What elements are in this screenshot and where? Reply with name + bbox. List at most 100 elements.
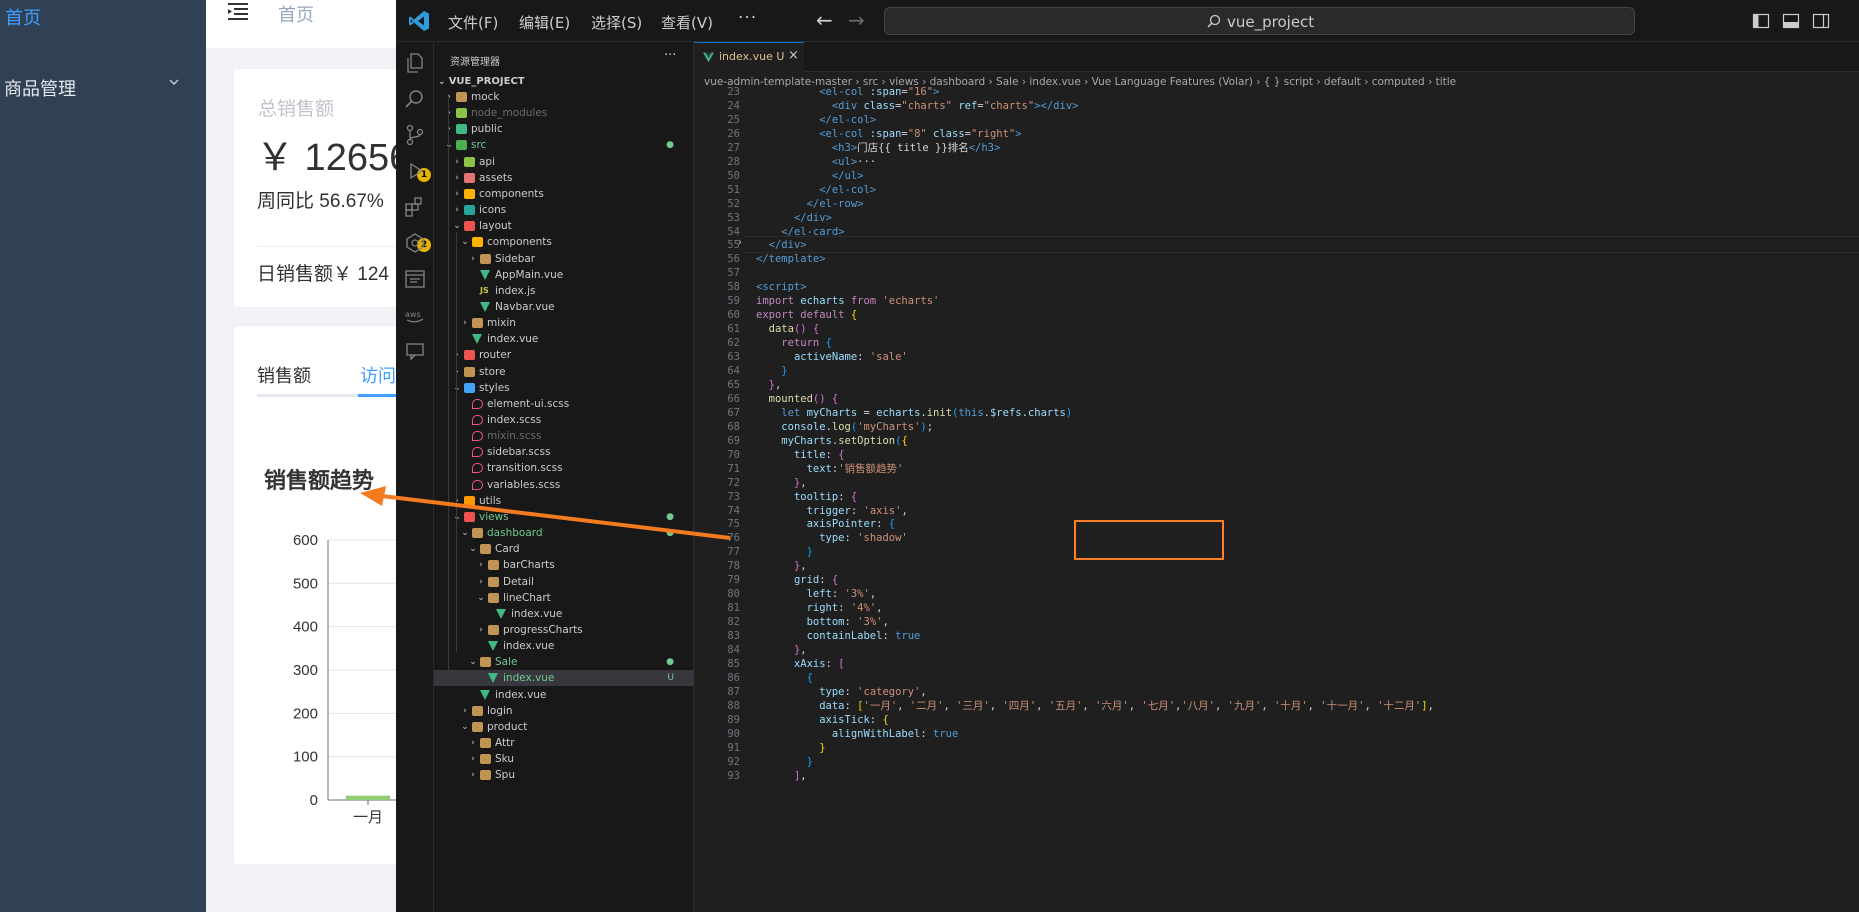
menu-view[interactable]: 查看(V)	[661, 12, 713, 33]
tree-folder[interactable]: › mixin	[434, 315, 694, 331]
chevron-down-icon[interactable]: ⌄	[452, 380, 462, 396]
tree-folder[interactable]: › Sidebar	[434, 251, 694, 267]
tree-file[interactable]: index.scss	[434, 412, 694, 428]
tree-file[interactable]: AppMain.vue	[434, 267, 694, 283]
nav-back-button[interactable]: ←	[816, 10, 833, 30]
chevron-right-icon[interactable]: ›	[444, 89, 454, 105]
chevron-down-icon[interactable]: ⌄	[452, 218, 462, 234]
chevron-right-icon[interactable]: ›	[452, 154, 462, 170]
menu-more[interactable]: ···	[738, 8, 757, 28]
tree-folder[interactable]: › store	[434, 364, 694, 380]
breadcrumb-home[interactable]: 首页	[278, 1, 314, 27]
chevron-right-icon[interactable]: ›	[468, 251, 478, 267]
vue-file-icon	[488, 673, 498, 684]
preview-icon[interactable]	[404, 268, 426, 290]
chevron-right-icon[interactable]: ›	[444, 105, 454, 121]
tree-item-label: public	[471, 123, 503, 136]
app-sidebar: 首页 商品管理	[0, 0, 206, 912]
tree-file[interactable]: transition.scss	[434, 460, 694, 476]
tree-file[interactable]: index.vue	[434, 687, 694, 703]
tab-sales[interactable]: 销售额	[257, 362, 311, 388]
tree-folder[interactable]: › router	[434, 347, 694, 363]
hamburger-icon[interactable]	[228, 2, 248, 20]
tree-folder[interactable]: › components	[434, 186, 694, 202]
tree-folder[interactable]: › Attr	[434, 735, 694, 751]
tree-folder[interactable]: ⌄ src ●	[434, 137, 694, 153]
tab-index-vue[interactable]: index.vue U ×	[694, 42, 804, 72]
explorer-icon[interactable]	[404, 52, 426, 74]
tree-folder[interactable]: › login	[434, 703, 694, 719]
tree-folder[interactable]: › mock	[434, 89, 694, 105]
nav-forward-button[interactable]: →	[848, 10, 865, 30]
code-token: }	[819, 741, 826, 754]
tree-folder[interactable]: › progressCharts	[434, 622, 694, 638]
code-token: :	[838, 490, 851, 503]
menu-selection[interactable]: 选择(S)	[591, 12, 642, 33]
command-center-search[interactable]: vue_project	[884, 7, 1635, 35]
tree-folder[interactable]: › public	[434, 121, 694, 137]
tree-folder[interactable]: › assets	[434, 170, 694, 186]
tree-folder[interactable]: ⌄ lineChart	[434, 590, 694, 606]
chevron-down-icon[interactable]	[168, 76, 180, 88]
tab-visits[interactable]: 访问	[360, 362, 396, 388]
tree-folder[interactable]: › Sku	[434, 751, 694, 767]
chevron-right-icon[interactable]: ›	[452, 347, 462, 363]
tree-file[interactable]: element-ui.scss	[434, 396, 694, 412]
menu-file[interactable]: 文件(F)	[448, 12, 498, 33]
code-token: {	[844, 309, 858, 322]
chevron-right-icon[interactable]: ›	[444, 121, 454, 137]
tree-file[interactable]: mixin.scss	[434, 428, 694, 444]
tree-file[interactable]: sidebar.scss	[434, 444, 694, 460]
aws-icon[interactable]: aws	[404, 304, 426, 326]
menu-edit[interactable]: 编辑(E)	[519, 12, 570, 33]
chevron-right-icon[interactable]: ›	[452, 364, 462, 380]
tree-file[interactable]: JS index.js	[434, 283, 694, 299]
tree-folder[interactable]: › Spu	[434, 767, 694, 783]
chevron-right-icon[interactable]: ›	[452, 186, 462, 202]
comments-icon[interactable]	[404, 340, 426, 362]
code-token: ref	[952, 99, 978, 112]
toggle-panel-icon[interactable]	[1782, 12, 1800, 30]
chevron-down-icon[interactable]: ⌄	[460, 719, 470, 735]
chevron-right-icon[interactable]: ›	[468, 735, 478, 751]
chevron-right-icon[interactable]: ›	[468, 751, 478, 767]
tab-close-button[interactable]: ×	[788, 48, 799, 63]
chevron-right-icon[interactable]: ›	[460, 703, 470, 719]
tree-folder[interactable]: › icons	[434, 202, 694, 218]
chevron-down-icon[interactable]: ⌄	[444, 137, 454, 153]
search-icon[interactable]	[404, 88, 426, 110]
chart-bar[interactable]	[346, 795, 390, 800]
chevron-right-icon[interactable]: ›	[460, 315, 470, 331]
tree-file[interactable]: index.vue	[434, 638, 694, 654]
sidebar-item-home[interactable]: 首页	[5, 4, 41, 30]
toggle-primary-sidebar-icon[interactable]	[1752, 12, 1770, 30]
tree-folder[interactable]: ⌄ product	[434, 719, 694, 735]
chevron-right-icon[interactable]: ›	[476, 622, 486, 638]
toggle-secondary-sidebar-icon[interactable]	[1812, 12, 1830, 30]
extensions-icon[interactable]	[404, 196, 426, 218]
chevron-down-icon[interactable]: ⌄	[468, 654, 478, 670]
remote-explorer-icon[interactable]	[404, 232, 426, 254]
chevron-down-icon[interactable]: ⌄	[460, 234, 470, 250]
sidebar-item-goods[interactable]: 商品管理	[4, 75, 76, 101]
tree-folder[interactable]: › api	[434, 154, 694, 170]
code-editor[interactable]: <el-col :span="16"> <div class="charts" …	[694, 86, 1859, 912]
source-control-icon[interactable]	[404, 124, 426, 146]
chevron-right-icon[interactable]: ›	[452, 170, 462, 186]
tree-file[interactable]: index.vue	[434, 606, 694, 622]
tree-file[interactable]: index.vue	[434, 331, 694, 347]
tree-file[interactable]: index.vue U	[434, 670, 694, 687]
tree-folder[interactable]: ⌄ layout	[434, 218, 694, 234]
chevron-right-icon[interactable]: ›	[452, 202, 462, 218]
explorer-more-button[interactable]: ···	[664, 48, 676, 63]
run-debug-icon[interactable]	[404, 160, 426, 182]
project-root[interactable]: ⌄ VUE_PROJECT	[438, 76, 525, 87]
tree-file[interactable]: Navbar.vue	[434, 299, 694, 315]
chevron-down-icon[interactable]: ⌄	[476, 590, 486, 606]
tree-folder[interactable]: ⌄ components	[434, 234, 694, 250]
tree-folder[interactable]: ⌄ Sale ●	[434, 654, 694, 670]
chevron-right-icon[interactable]: ›	[468, 767, 478, 783]
tree-folder[interactable]: › node_modules	[434, 105, 694, 121]
tree-folder[interactable]: ⌄ styles	[434, 380, 694, 396]
